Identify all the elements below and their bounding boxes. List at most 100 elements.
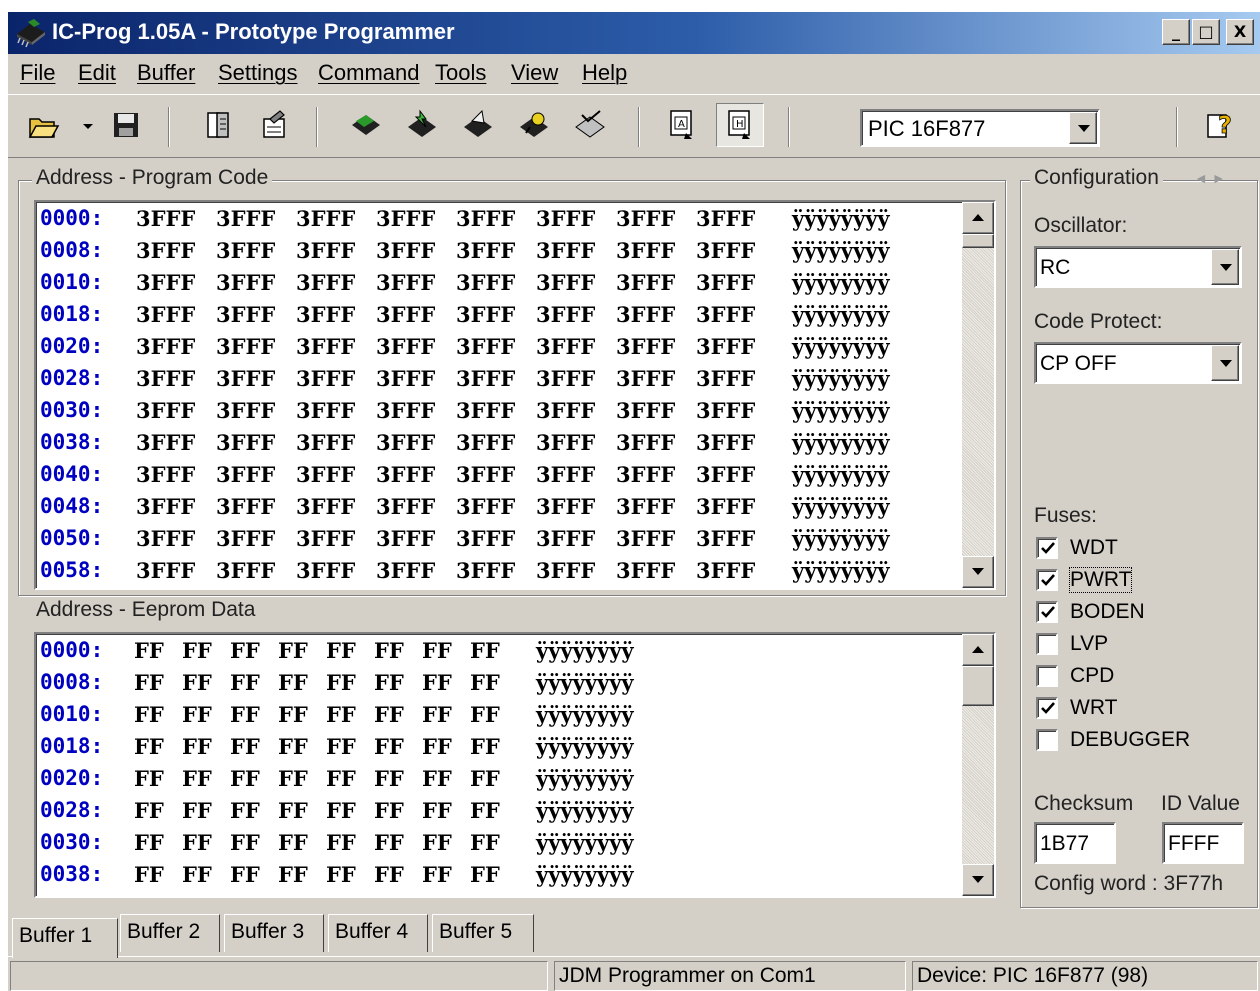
hex-cell[interactable]: FF <box>374 702 404 727</box>
menu-settings[interactable]: Settings <box>218 60 298 86</box>
hex-cell[interactable]: 3FFF <box>536 526 595 551</box>
eeprom-data-scrollbar[interactable] <box>962 634 994 896</box>
open-file-icon[interactable] <box>26 107 62 143</box>
hex-cell[interactable]: 3FFF <box>616 366 675 391</box>
hex-cell[interactable]: 3FFF <box>216 366 275 391</box>
hex-cell[interactable]: FF <box>326 670 356 695</box>
view-asm-icon[interactable]: A <box>664 107 700 143</box>
hex-cell[interactable]: FF <box>422 766 452 791</box>
hex-cell[interactable]: 3FFF <box>536 398 595 423</box>
erase-device-icon[interactable] <box>460 107 496 143</box>
hex-cell[interactable]: 3FFF <box>696 494 755 519</box>
hex-cell[interactable]: 3FFF <box>696 302 755 327</box>
hex-cell[interactable]: 3FFF <box>136 206 195 231</box>
hex-cell[interactable]: 3FFF <box>456 558 515 583</box>
hex-cell[interactable]: FF <box>422 702 452 727</box>
hex-cell[interactable]: FF <box>326 862 356 887</box>
hex-cell[interactable]: 3FFF <box>376 334 435 359</box>
verify-device-icon[interactable] <box>516 107 552 143</box>
hex-cell[interactable]: FF <box>326 830 356 855</box>
hex-cell[interactable]: FF <box>230 638 260 663</box>
hex-cell[interactable]: FF <box>182 830 212 855</box>
hex-cell[interactable]: FF <box>278 798 308 823</box>
hex-cell[interactable]: 3FFF <box>216 526 275 551</box>
hex-cell[interactable]: 3FFF <box>456 238 515 263</box>
hex-cell[interactable]: 3FFF <box>456 462 515 487</box>
hex-cell[interactable]: FF <box>278 702 308 727</box>
scroll-up-icon[interactable] <box>962 202 994 234</box>
hex-cell[interactable]: FF <box>374 766 404 791</box>
hex-cell[interactable]: 3FFF <box>376 238 435 263</box>
hex-cell[interactable]: FF <box>134 734 164 759</box>
hex-cell[interactable]: FF <box>422 830 452 855</box>
checkbox[interactable] <box>1036 537 1058 559</box>
checkbox[interactable] <box>1036 665 1058 687</box>
hex-cell[interactable]: 3FFF <box>616 558 675 583</box>
hex-cell[interactable]: FF <box>326 638 356 663</box>
checksum-field[interactable]: 1B77 <box>1034 822 1116 864</box>
hex-cell[interactable]: 3FFF <box>136 238 195 263</box>
hex-cell[interactable]: 3FFF <box>136 302 195 327</box>
hex-cell[interactable]: 3FFF <box>216 270 275 295</box>
hex-cell[interactable]: 3FFF <box>376 366 435 391</box>
tab-buffer-2[interactable]: Buffer 2 <box>120 914 220 952</box>
hex-cell[interactable]: 3FFF <box>216 558 275 583</box>
save-icon[interactable] <box>108 107 144 143</box>
hex-cell[interactable]: FF <box>278 734 308 759</box>
menu-help[interactable]: Help <box>582 60 627 86</box>
hex-cell[interactable]: 3FFF <box>136 398 195 423</box>
checkbox[interactable] <box>1036 729 1058 751</box>
hex-cell[interactable]: FF <box>422 670 452 695</box>
hex-cell[interactable]: 3FFF <box>616 494 675 519</box>
hex-cell[interactable]: 3FFF <box>456 494 515 519</box>
hex-cell[interactable]: 3FFF <box>216 494 275 519</box>
menu-edit[interactable]: Edit <box>78 60 116 86</box>
hex-cell[interactable]: 3FFF <box>616 302 675 327</box>
hex-cell[interactable]: FF <box>278 862 308 887</box>
id-value-field[interactable]: FFFF <box>1162 822 1244 864</box>
hex-cell[interactable]: FF <box>470 734 500 759</box>
hex-cell[interactable]: 3FFF <box>136 526 195 551</box>
hex-cell[interactable]: 3FFF <box>136 430 195 455</box>
hex-cell[interactable]: FF <box>278 766 308 791</box>
hex-cell[interactable]: FF <box>470 862 500 887</box>
hex-cell[interactable]: FF <box>230 862 260 887</box>
hex-cell[interactable]: FF <box>374 638 404 663</box>
hex-cell[interactable]: 3FFF <box>376 270 435 295</box>
hex-cell[interactable]: 3FFF <box>376 526 435 551</box>
hex-cell[interactable]: 3FFF <box>696 206 755 231</box>
hex-cell[interactable]: FF <box>374 862 404 887</box>
hex-cell[interactable]: FF <box>470 702 500 727</box>
chevron-down-icon[interactable] <box>1069 112 1097 144</box>
app-chip-icon[interactable] <box>14 18 48 48</box>
help-icon[interactable]: ? <box>1202 107 1238 143</box>
hex-cell[interactable]: FF <box>278 638 308 663</box>
read-file-icon[interactable] <box>200 107 236 143</box>
device-select[interactable]: PIC 16F877 <box>860 109 1100 147</box>
hex-cell[interactable]: 3FFF <box>136 462 195 487</box>
hex-cell[interactable]: 3FFF <box>136 334 195 359</box>
hex-cell[interactable]: FF <box>422 638 452 663</box>
hex-cell[interactable]: FF <box>422 798 452 823</box>
scroll-thumb[interactable] <box>962 234 994 248</box>
hex-cell[interactable]: FF <box>470 670 500 695</box>
hex-cell[interactable]: 3FFF <box>456 526 515 551</box>
config-nav-arrows-icon[interactable]: ◄ ► <box>1194 170 1226 186</box>
view-hex-icon[interactable]: H <box>716 103 764 147</box>
hex-cell[interactable]: FF <box>134 670 164 695</box>
hex-cell[interactable]: 3FFF <box>696 462 755 487</box>
hex-cell[interactable]: 3FFF <box>616 206 675 231</box>
menu-tools[interactable]: Tools <box>435 60 486 86</box>
hex-cell[interactable]: FF <box>182 670 212 695</box>
hex-cell[interactable]: FF <box>134 862 164 887</box>
hex-cell[interactable]: 3FFF <box>616 270 675 295</box>
oscillator-select[interactable]: RC <box>1034 246 1242 288</box>
hex-cell[interactable]: 3FFF <box>536 302 595 327</box>
hex-cell[interactable]: FF <box>326 702 356 727</box>
hex-cell[interactable]: FF <box>470 798 500 823</box>
hex-cell[interactable]: FF <box>230 766 260 791</box>
hex-cell[interactable]: 3FFF <box>696 526 755 551</box>
hex-cell[interactable]: FF <box>134 702 164 727</box>
hex-cell[interactable]: FF <box>278 670 308 695</box>
hex-cell[interactable]: FF <box>470 766 500 791</box>
